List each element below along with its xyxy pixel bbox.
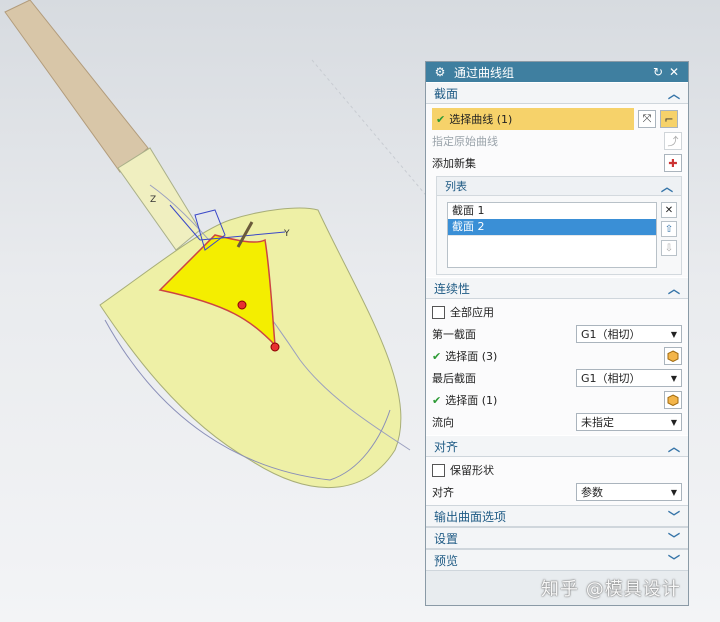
face-select-icon[interactable] xyxy=(664,391,682,409)
dropdown-arrow-icon: ▼ xyxy=(670,417,677,427)
origin-curve-icon: ⤴ xyxy=(664,132,682,150)
list-title: 列表 xyxy=(445,180,467,193)
check-icon: ✔ xyxy=(436,112,446,126)
select-curve-label: 选择曲线 (1) xyxy=(449,113,513,126)
alignment-value: 参数 xyxy=(581,486,603,499)
handle-socket xyxy=(117,147,201,251)
reverse-direction-icon[interactable]: ⤧ xyxy=(638,110,656,128)
chevron-down-icon[interactable]: ﹀ xyxy=(668,552,680,569)
chevron-down-icon[interactable]: ﹀ xyxy=(668,530,680,547)
section-header-sections[interactable]: 截面 ︿ xyxy=(426,82,688,104)
gear-icon[interactable]: ⚙ xyxy=(432,65,448,79)
watermark: 知乎 @模具设计 xyxy=(541,579,681,600)
section-header-settings[interactable]: 设置 ﹀ xyxy=(426,527,688,549)
section-title: 设置 xyxy=(434,531,459,546)
dialog-titlebar: ⚙ 通过曲线组 ↻ ✕ xyxy=(426,62,688,82)
add-new-set-icon[interactable]: ✚ xyxy=(664,154,682,172)
chevron-up-icon[interactable]: ︿ xyxy=(661,178,673,195)
first-section-value: G1（相切） xyxy=(581,328,641,341)
chevron-up-icon[interactable]: ︿ xyxy=(668,85,680,102)
reset-icon[interactable]: ↻ xyxy=(650,65,666,79)
list-item[interactable]: 截面 2 xyxy=(448,219,656,235)
section-title: 预览 xyxy=(434,553,459,568)
last-section-value: G1（相切） xyxy=(581,372,641,385)
select-curve-field[interactable]: ✔ 选择曲线 (1) xyxy=(432,108,634,130)
check-icon: ✔ xyxy=(432,349,442,363)
curve-rule-icon[interactable]: ⌐ xyxy=(660,110,678,128)
dropdown-arrow-icon: ▼ xyxy=(670,487,677,497)
section-header-output-options[interactable]: 输出曲面选项 ﹀ xyxy=(426,505,688,527)
preserve-shape-checkbox[interactable] xyxy=(432,463,445,477)
add-new-set-label: 添加新集 xyxy=(432,157,476,170)
svg-text:Y: Y xyxy=(283,229,290,239)
first-section-select[interactable]: G1（相切） ▼ xyxy=(576,325,682,343)
list-item-empty xyxy=(448,235,656,252)
face-select-icon[interactable] xyxy=(664,347,682,365)
svg-text:Z: Z xyxy=(150,195,156,205)
shovel-handle xyxy=(4,0,149,173)
section-header-alignment[interactable]: 对齐 ︿ xyxy=(426,435,688,457)
through-curves-dialog: ⚙ 通过曲线组 ↻ ✕ 截面 ︿ ✔ 选择曲线 (1) ⤧ ⌐ 指定原始曲线 ⤴… xyxy=(425,61,689,606)
dropdown-arrow-icon: ▼ xyxy=(670,329,677,339)
section-title: 对齐 xyxy=(434,439,459,454)
flow-direction-value: 未指定 xyxy=(581,416,614,429)
dropdown-arrow-icon: ▼ xyxy=(670,373,677,383)
section-list[interactable]: 截面 1 截面 2 xyxy=(447,202,657,268)
alignment-select[interactable]: 参数 ▼ xyxy=(576,483,682,501)
flow-direction-select[interactable]: 未指定 ▼ xyxy=(576,413,682,431)
specify-origin-curve: 指定原始曲线 xyxy=(432,135,498,148)
flow-direction-label: 流向 xyxy=(432,416,454,429)
point-marker-1 xyxy=(237,300,247,310)
last-section-label: 最后截面 xyxy=(432,372,476,385)
move-down-icon[interactable]: ⇩ xyxy=(661,240,677,256)
preserve-shape-label: 保留形状 xyxy=(450,464,494,477)
section-title: 输出曲面选项 xyxy=(434,509,507,524)
check-icon: ✔ xyxy=(432,393,442,407)
first-select-face[interactable]: 选择面 (3) xyxy=(445,348,660,364)
apply-all-label: 全部应用 xyxy=(450,306,494,319)
dialog-title: 通过曲线组 xyxy=(454,65,515,80)
close-icon[interactable]: ✕ xyxy=(666,65,682,79)
section-header-preview[interactable]: 预览 ﹀ xyxy=(426,549,688,571)
point-marker-2 xyxy=(270,342,280,352)
delete-icon[interactable]: ✕ xyxy=(661,202,677,218)
apply-all-checkbox[interactable] xyxy=(432,305,445,319)
alignment-label: 对齐 xyxy=(432,486,454,499)
list-header[interactable]: 列表 ︿ xyxy=(436,176,682,196)
section-title: 连续性 xyxy=(434,281,471,296)
section-title: 截面 xyxy=(434,86,459,101)
first-section-label: 第一截面 xyxy=(432,328,476,341)
chevron-up-icon[interactable]: ︿ xyxy=(668,438,680,455)
move-up-icon[interactable]: ⇧ xyxy=(661,221,677,237)
last-section-select[interactable]: G1（相切） ▼ xyxy=(576,369,682,387)
chevron-up-icon[interactable]: ︿ xyxy=(668,280,680,297)
section-header-continuity[interactable]: 连续性 ︿ xyxy=(426,277,688,299)
list-item[interactable]: 截面 1 xyxy=(448,203,656,219)
last-select-face[interactable]: 选择面 (1) xyxy=(445,392,660,408)
chevron-down-icon[interactable]: ﹀ xyxy=(668,508,680,525)
